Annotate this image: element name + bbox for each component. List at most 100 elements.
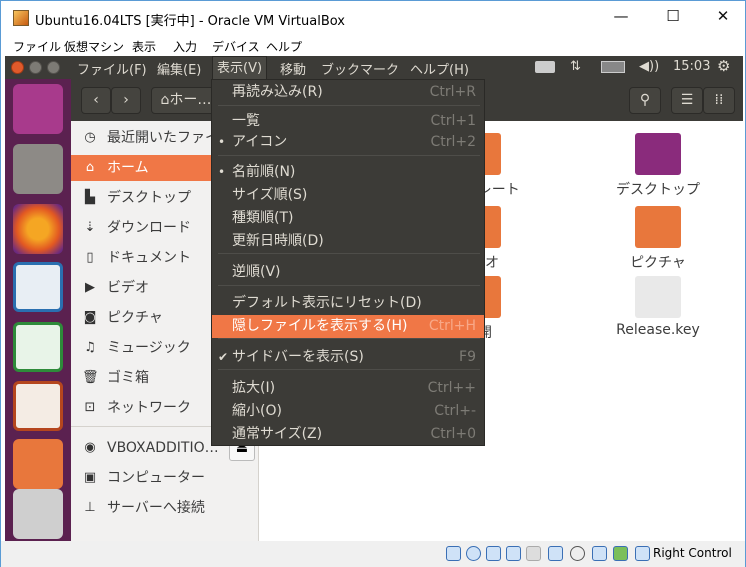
menu-bookmarks[interactable]: ブックマーク xyxy=(321,59,399,78)
menu-item-label: デフォルト表示にリセット(D) xyxy=(232,295,422,311)
menu-separator xyxy=(218,285,480,286)
file-item[interactable]: Release.key xyxy=(598,276,718,338)
hard-disk-icon[interactable] xyxy=(446,546,461,561)
menu-item-label: 名前順(N) xyxy=(232,164,296,180)
menu-item-label: サイドバーを表示(S) xyxy=(232,349,364,365)
back-button[interactable]: ‹ xyxy=(81,87,111,114)
grid-view-button[interactable]: ⁞⁞ xyxy=(703,87,735,114)
close-window-icon[interactable] xyxy=(11,61,24,74)
clock-icon: ◷ xyxy=(84,130,96,145)
menu-item[interactable]: サイズ順(S) xyxy=(212,184,484,207)
menu-separator xyxy=(218,155,480,156)
menu-help[interactable]: ヘルプ(H) xyxy=(410,59,469,78)
menu-item[interactable]: 隠しファイルを表示する(H) Ctrl+H xyxy=(212,315,484,338)
shared-folder-icon[interactable] xyxy=(526,546,541,561)
menu-item[interactable]: • アイコン Ctrl+2 xyxy=(212,131,484,154)
calc-launcher-icon[interactable] xyxy=(13,322,63,372)
battery-icon[interactable] xyxy=(601,61,625,73)
vbox-menu-help[interactable]: ヘルプ xyxy=(266,38,302,55)
optical-drive-icon[interactable] xyxy=(466,546,481,561)
vbox-menu-view[interactable]: 表示 xyxy=(132,38,156,55)
vbox-menu-machine[interactable]: 仮想マシン xyxy=(64,38,124,55)
menu-item-label: サイズ順(S) xyxy=(232,187,308,203)
menu-item[interactable]: • 名前順(N) xyxy=(212,161,484,184)
host-key-icon[interactable] xyxy=(635,546,650,561)
firefox-launcher-icon[interactable] xyxy=(13,204,63,254)
close-button[interactable]: ✕ xyxy=(708,7,738,29)
keyboard-icon[interactable] xyxy=(535,61,555,73)
impress-launcher-icon[interactable] xyxy=(13,381,63,431)
menu-item-shortcut: Ctrl+R xyxy=(429,84,476,100)
menu-item-shortcut: F9 xyxy=(459,349,476,365)
menu-item[interactable]: 縮小(O) Ctrl+- xyxy=(212,400,484,423)
minimize-window-icon[interactable] xyxy=(29,61,42,74)
file-name: ピクチャ xyxy=(630,255,686,271)
menu-item[interactable]: 拡大(I) Ctrl++ xyxy=(212,377,484,400)
sidebar-item-label: ダウンロード xyxy=(107,220,191,236)
menu-view[interactable]: 表示(V) xyxy=(212,56,268,79)
sidebar-item-label: ホーム xyxy=(107,160,149,176)
menu-file[interactable]: ファイル(F) xyxy=(77,59,147,78)
sidebar-item-label: ビデオ xyxy=(107,280,149,296)
software-center-icon[interactable] xyxy=(13,439,63,489)
writer-launcher-icon[interactable] xyxy=(13,262,63,312)
menu-item[interactable]: 種類順(T) xyxy=(212,207,484,230)
forward-button[interactable]: › xyxy=(111,87,141,114)
menu-edit[interactable]: 編集(E) xyxy=(157,59,201,78)
virtualbox-window: Ubuntu16.04LTS [実行中] - Oracle VM Virtual… xyxy=(0,0,746,567)
maximize-button[interactable]: ☐ xyxy=(658,7,688,29)
ubuntu-dash-icon[interactable] xyxy=(13,84,63,134)
file-item[interactable]: デスクトップ xyxy=(598,133,718,199)
minimize-button[interactable]: — xyxy=(606,7,636,29)
menu-item-label: 種類順(T) xyxy=(232,210,294,226)
sidebar-item-label: デスクトップ xyxy=(107,190,191,206)
vbox-menu-devices[interactable]: デバイス xyxy=(212,38,260,55)
usb-icon[interactable] xyxy=(506,546,521,561)
grid-icon: ⁞⁞ xyxy=(714,92,724,108)
network-arrows-icon[interactable]: ⇅ xyxy=(570,59,581,74)
menu-item[interactable]: 再読み込み(R) Ctrl+R xyxy=(212,81,484,104)
cpu-icon[interactable] xyxy=(592,546,607,561)
video-capture-icon[interactable] xyxy=(570,546,585,561)
vbox-menu-input[interactable]: 入力 xyxy=(173,38,197,55)
vm-screen[interactable]: ファイル(F) 編集(E) 表示(V) 移動 ブックマーク ヘルプ(H) ⇅ ◀… xyxy=(5,56,743,541)
menu-item[interactable]: 一覧 Ctrl+1 xyxy=(212,110,484,133)
sidebar-item[interactable]: ⊥ サーバーへ接続 xyxy=(71,495,259,521)
volume-icon[interactable]: ◀)) xyxy=(639,59,659,74)
menu-item[interactable]: 更新日時順(D) xyxy=(212,230,484,253)
menu-item[interactable]: デフォルト表示にリセット(D) xyxy=(212,292,484,315)
vbox-statusbar: Right Control xyxy=(1,541,745,567)
list-view-button[interactable]: ☰ xyxy=(671,87,703,114)
files-launcher-icon[interactable] xyxy=(13,144,63,194)
search-button[interactable]: ⚲ xyxy=(629,87,661,114)
mouse-integration-icon[interactable] xyxy=(613,546,628,561)
document-icon: ▯ xyxy=(86,250,94,265)
menu-item-label: 一覧 xyxy=(232,113,260,129)
menu-item[interactable]: 通常サイズ(Z) Ctrl+0 xyxy=(212,423,484,446)
trash-icon: 🗑 xyxy=(82,370,99,385)
menu-item-label: アイコン xyxy=(232,134,288,150)
home-icon: ⌂ xyxy=(85,160,95,175)
amazon-icon[interactable] xyxy=(13,489,63,539)
network-adapter-icon[interactable] xyxy=(486,546,501,561)
maximize-window-icon[interactable] xyxy=(47,61,60,74)
window-title: Ubuntu16.04LTS [実行中] - Oracle VM Virtual… xyxy=(35,14,345,29)
file-item[interactable]: ピクチャ xyxy=(598,206,718,272)
computer-icon: ▣ xyxy=(83,470,97,485)
menu-go[interactable]: 移動 xyxy=(280,59,306,78)
view-menu-dropdown: 再読み込み(R) Ctrl+R 一覧 Ctrl+1 • アイコン Ctrl+2 • 名前順(N)… xyxy=(211,79,485,446)
radio-dot-icon: • xyxy=(218,135,226,149)
power-gear-icon[interactable]: ⚙ xyxy=(717,57,730,75)
sidebar-item[interactable]: ▣ コンピューター xyxy=(71,465,259,491)
clock[interactable]: 15:03 xyxy=(673,59,710,74)
menu-item[interactable]: ✔ サイドバーを表示(S) F9 xyxy=(212,346,484,369)
display-icon[interactable] xyxy=(548,546,563,561)
menu-item[interactable]: 逆順(V) xyxy=(212,261,484,284)
unity-launcher xyxy=(5,79,71,541)
camera-icon: ◙ xyxy=(83,310,97,325)
music-icon: ♫ xyxy=(84,340,96,355)
menu-separator xyxy=(218,369,480,370)
file-name: Release.key xyxy=(616,322,700,338)
vbox-menu-file[interactable]: ファイル xyxy=(13,38,61,55)
folder-icon xyxy=(635,133,681,175)
